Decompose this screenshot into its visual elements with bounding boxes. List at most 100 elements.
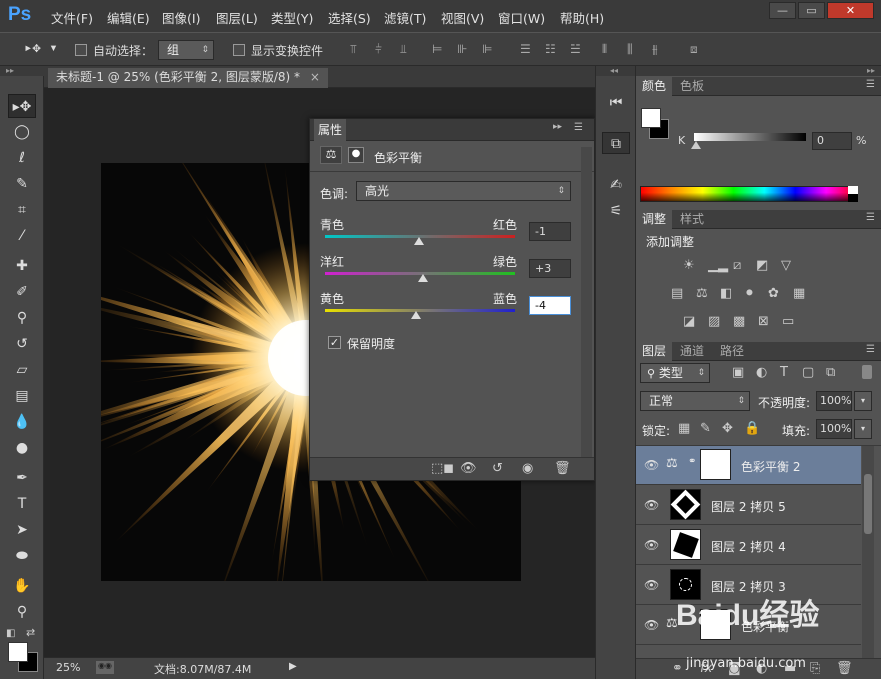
zoom-preset-icon[interactable]: ◉◉ [96,661,114,674]
layer-name[interactable]: 色彩平衡 [741,618,789,635]
move-tool-preset-icon[interactable]: ▸✥ ▾ [24,40,58,56]
close-button[interactable]: ✕ [827,2,874,19]
tab-adjustments[interactable]: 调整 [636,210,673,229]
quick-select-tool-icon[interactable]: ✎ [8,172,36,196]
properties-panel-icon[interactable]: ⧉ [602,132,630,154]
auto-select-dropdown[interactable]: 组 ⇕ [158,40,214,60]
tab-paths[interactable]: 路径 [714,342,750,361]
menu-layer[interactable]: 图层(L) [216,8,258,27]
visibility-eye-icon[interactable]: 👁 [644,578,659,592]
layer-mask-thumbnail[interactable] [700,449,731,480]
toggle-visibility-icon[interactable]: ◉ [522,461,533,476]
levels-icon[interactable]: ▁▂ [708,258,728,273]
foreground-color-swatch[interactable] [8,642,28,662]
hue-saturation-icon[interactable]: ▤ [671,286,683,301]
layer-row[interactable]: 👁 ⚖ 色彩平衡 [636,606,861,645]
delete-adjustment-icon[interactable]: 🗑 [554,461,571,476]
minimize-button[interactable]: — [769,2,796,19]
black-swatch[interactable] [848,194,858,202]
default-colors-icon[interactable]: ◧ [6,628,15,639]
marquee-tool-icon[interactable]: ◯ [8,120,36,144]
color-balance-adjust-icon[interactable]: ⚖ [696,286,708,301]
vibrance-icon[interactable]: ▽ [781,258,791,273]
align-hcenter-icon[interactable]: ⊪ [457,42,467,56]
magenta-green-slider-thumb[interactable] [417,274,428,282]
white-swatch[interactable] [848,186,858,194]
right-dock-collapse-icon[interactable]: ▸▸ [636,66,881,76]
close-tab-icon[interactable]: × [310,70,320,84]
tab-color[interactable]: 颜色 [636,77,673,96]
gradient-map-icon[interactable]: ▭ [782,314,794,329]
stamp-tool-icon[interactable]: ⚲ [8,306,36,330]
menu-type[interactable]: 类型(Y) [271,8,313,27]
dock-collapse-icon[interactable]: ◂◂ [596,66,635,76]
align-bottom-icon[interactable]: ⫫ [400,42,407,57]
menu-select[interactable]: 选择(S) [328,8,371,27]
layer-filter-dropdown[interactable]: ⚲ 类型 ⇕ [640,363,710,383]
lock-image-icon[interactable]: ✎ [700,421,711,436]
layer-mask-icon[interactable]: ● [348,147,364,163]
lock-position-icon[interactable]: ✥ [722,421,733,436]
link-layers-icon[interactable]: ⚭ [672,661,683,676]
restore-button[interactable]: ▭ [798,2,825,19]
cyan-red-slider-thumb[interactable] [414,237,425,245]
tab-channels[interactable]: 通道 [674,342,710,361]
toolbar-collapse-icon[interactable]: ▸▸ [0,66,44,76]
distribute-top-icon[interactable]: ☰ [520,42,531,56]
link-icon[interactable]: ⚭ [688,456,696,467]
brush-tool-icon[interactable]: ✐ [8,280,36,304]
lasso-tool-icon[interactable]: ℓ [8,146,36,170]
distribute-right-icon[interactable]: ⫵ [652,42,658,57]
properties-scrollbar[interactable] [581,147,592,457]
filter-pixel-icon[interactable]: ▣ [732,365,744,380]
zoom-level[interactable]: 25% [56,661,80,674]
hand-tool-icon[interactable]: ✋ [8,574,36,598]
blur-tool-icon[interactable]: 💧 [8,410,36,434]
menu-edit[interactable]: 编辑(E) [107,8,150,27]
menu-filter[interactable]: 滤镜(T) [384,8,426,27]
opacity-dropdown-icon[interactable]: ▾ [854,391,872,411]
dodge-tool-icon[interactable]: ● [8,436,36,460]
new-layer-icon[interactable]: ⎘ [810,661,820,676]
view-previous-state-icon[interactable]: 👁 [460,461,477,476]
visibility-eye-icon[interactable]: 👁 [644,538,659,552]
photo-filter-icon[interactable]: ⚫ [744,286,755,301]
type-tool-icon[interactable]: T [8,492,36,516]
healing-brush-tool-icon[interactable]: ✚ [8,254,36,278]
menu-view[interactable]: 视图(V) [441,8,484,27]
layer-name[interactable]: 色彩平衡 2 [741,458,800,475]
distribute-hcenter-icon[interactable]: ⫼ [627,42,633,57]
distribute-left-icon[interactable]: ⫴ [602,42,607,57]
gradient-tool-icon[interactable]: ▤ [8,384,36,408]
layer-row[interactable]: 👁 ⚖ ⚭ 色彩平衡 2 [636,446,861,485]
properties-title-bar[interactable]: 属性 ▸▸ ☰ [310,119,594,141]
align-top-icon[interactable]: ⫪ [350,42,357,57]
layer-thumbnail[interactable] [670,569,701,600]
visibility-eye-icon[interactable]: 👁 [644,498,659,512]
reset-icon[interactable]: ↺ [492,461,503,476]
swap-colors-icon[interactable]: ⇄ [26,626,35,639]
invert-icon[interactable]: ◪ [683,314,695,329]
new-group-icon[interactable]: ▬ [784,661,796,676]
threshold-icon[interactable]: ▩ [733,314,745,329]
magenta-green-value[interactable]: +3 [529,259,571,278]
new-adjustment-layer-icon[interactable]: ◐ [756,661,767,676]
tone-dropdown[interactable]: 高光 ⇕ [356,181,571,201]
layer-name[interactable]: 图层 2 拷贝 5 [711,498,786,515]
properties-tab[interactable]: 属性 [314,119,347,141]
opacity-value[interactable]: 100% [816,391,852,411]
eyedropper-tool-icon[interactable]: ⁄ [8,224,36,248]
color-spectrum-bar[interactable] [640,186,858,202]
zoom-tool-icon[interactable]: ⚲ [8,600,36,624]
history-panel-icon[interactable]: ⏮ [602,92,630,114]
status-menu-arrow-icon[interactable]: ▶ [289,661,297,672]
menu-window[interactable]: 窗口(W) [498,8,545,27]
tab-styles[interactable]: 样式 [674,210,710,229]
color-balance-icon[interactable]: ⚖ [320,146,342,164]
panel-menu-icon[interactable]: ☰ [866,79,875,90]
menu-file[interactable]: 文件(F) [51,8,93,27]
k-value-field[interactable]: 0 [812,132,852,150]
curves-icon[interactable]: ⧄ [733,258,741,273]
k-slider-thumb[interactable] [691,141,701,149]
brush-panel-icon[interactable]: ✍ [602,174,630,196]
